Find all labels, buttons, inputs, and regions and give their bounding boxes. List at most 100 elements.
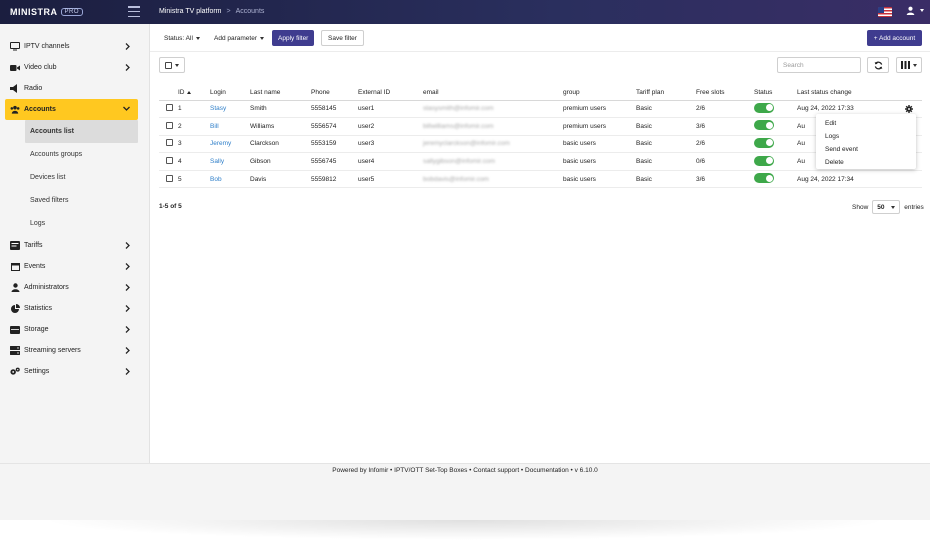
pagination-info: 1-5 of 5 [159,203,182,210]
header-phone[interactable]: Phone [311,86,358,101]
breadcrumb-root[interactable]: Ministra TV platform [159,8,222,15]
cell-login-link[interactable]: Jeremy [210,140,231,147]
sidebar-subitem-accounts-list[interactable]: Accounts list [25,120,138,143]
cell-free-slots: 2/6 [696,100,754,119]
header-last-status-change[interactable]: Last status change [797,86,922,101]
header-last-name[interactable]: Last name [250,86,311,101]
sidebar-item-settings[interactable]: Settings [0,361,149,382]
chevron-right-icon [125,368,130,375]
context-menu-send-event[interactable]: Send event [816,143,916,156]
sidebar-item-accounts[interactable]: Accounts [5,99,138,120]
footer: Powered by Infomir • IPTV/OTT Set-Top Bo… [0,463,930,520]
sidebar-item-video-club[interactable]: Video club [0,57,149,78]
cell-tariff: Basic [636,152,696,171]
status-toggle[interactable] [754,137,774,148]
window-shadow [40,520,890,540]
gears-icon [10,367,20,377]
status-filter-dropdown[interactable]: Status: All [164,30,200,46]
status-toggle[interactable] [754,173,774,184]
chevron-right-icon [125,305,130,312]
row-checkbox[interactable] [166,104,173,112]
admin-icon [10,283,20,293]
breadcrumb: Ministra TV platform > Accounts [159,8,264,15]
sidebar-subitem-accounts-groups[interactable]: Accounts groups [0,143,149,166]
status-toggle[interactable] [754,102,774,113]
apply-filter-button[interactable]: Apply filter [272,30,315,46]
server-icon [10,346,20,356]
context-menu-edit[interactable]: Edit [816,117,916,130]
sidebar-subitem-saved-filters[interactable]: Saved filters [0,189,149,212]
cell-login-link[interactable]: Sally [210,158,224,165]
select-all-checkbox[interactable] [165,61,172,69]
cell-email: billwilliams@infomir.com [423,122,494,130]
sidebar-item-label: Storage [24,326,49,333]
cell-login-link[interactable]: Stasy [210,105,226,112]
cell-external-id: user4 [358,152,423,171]
cell-group: basic users [563,135,636,154]
search-input[interactable] [777,57,861,73]
sidebar-item-tariffs[interactable]: Tariffs [0,235,149,256]
page-size-select[interactable]: 50 [872,200,901,214]
cell-external-id: user1 [358,100,423,119]
add-parameter-dropdown[interactable]: Add parameter [214,30,264,46]
chevron-down-icon [123,106,130,111]
cell-login-link[interactable]: Bob [210,176,222,183]
sidebar-subitem-devices-list[interactable]: Devices list [0,166,149,189]
cell-group: premium users [563,117,636,136]
header-email[interactable]: email [423,86,563,101]
footer-text: Powered by Infomir • IPTV/OTT Set-Top Bo… [332,467,598,474]
sidebar-item-statistics[interactable]: Statistics [0,298,149,319]
sidebar-item-iptv-channels[interactable]: IPTV channels [0,36,149,57]
header-id[interactable]: ID [178,86,210,101]
users-icon [10,105,20,115]
header-tariff-plan[interactable]: Tariff plan [636,86,696,101]
cell-login-link[interactable]: Bill [210,123,219,130]
header-group[interactable]: group [563,86,636,101]
chevron-right-icon [125,43,130,50]
context-menu-delete[interactable]: Delete [816,156,916,169]
sidebar-item-label: Settings [24,368,50,375]
sidebar-item-label: Radio [24,85,43,92]
chevron-right-icon [125,326,130,333]
cell-last-name: Davis [250,170,311,189]
cell-email: stasysmith@infomir.com [423,105,494,113]
add-account-button[interactable]: + Add account [867,30,922,46]
top-bar: MINISTRA PRO Ministra TV platform > Acco… [0,0,930,24]
refresh-button[interactable] [867,57,889,73]
sidebar-item-radio[interactable]: Radio [0,78,149,99]
select-all-dropdown[interactable] [159,57,185,73]
cell-external-id: user2 [358,117,423,136]
columns-dropdown[interactable] [896,57,922,73]
row-checkbox[interactable] [166,157,173,165]
sidebar-item-events[interactable]: Events [0,256,149,277]
sidebar-item-streaming-servers[interactable]: Streaming servers [0,340,149,361]
sidebar-item-storage[interactable]: Storage [0,319,149,340]
row-checkbox[interactable] [166,139,173,147]
logo-badge: PRO [60,8,84,16]
header-status[interactable]: Status [754,86,797,101]
header-free-slots[interactable]: Free slots [696,86,754,101]
header-login[interactable]: Login [210,86,250,101]
status-toggle[interactable] [754,120,774,131]
tariffs-icon [10,241,20,251]
row-checkbox[interactable] [166,174,173,182]
row-checkbox[interactable] [166,121,173,129]
us-flag-icon[interactable] [878,7,892,17]
refresh-icon [874,61,882,69]
chevron-right-icon [125,347,130,354]
cell-group: basic users [563,170,636,189]
status-toggle[interactable] [754,155,774,166]
user-menu[interactable] [906,6,924,15]
status-filter-label: Status: All [164,34,193,42]
cell-tariff: Basic [636,170,696,189]
menu-toggle-icon[interactable] [128,6,140,17]
save-filter-button[interactable]: Save filter [321,30,364,46]
user-icon [906,6,915,15]
context-menu-logs[interactable]: Logs [816,130,916,143]
header-external-id[interactable]: External ID [358,86,423,101]
sidebar-item-administrators[interactable]: Administrators [0,277,149,298]
sidebar-item-label: Administrators [24,284,69,291]
page-size-control: Show 50 entries [852,200,924,214]
sidebar-subitem-logs[interactable]: Logs [0,212,149,235]
cell-last-name: Clarckson [250,135,311,154]
